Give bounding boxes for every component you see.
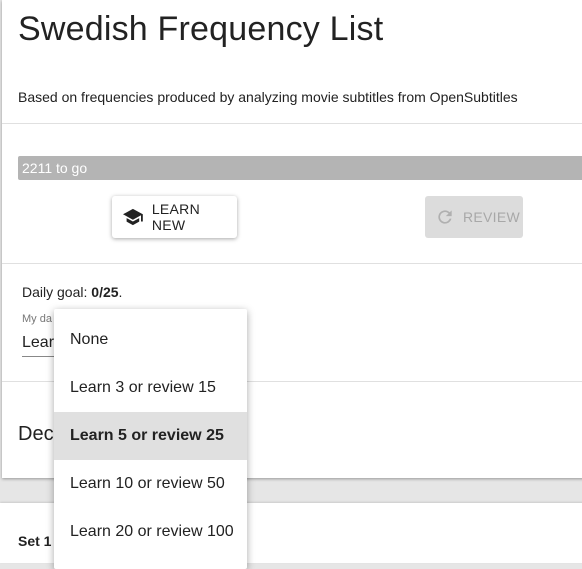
progress-bar: 2211 to go [18, 156, 582, 180]
daily-goal-current: 0 [91, 284, 100, 300]
daily-goal-select[interactable]: Lear [22, 334, 54, 352]
dropdown-option[interactable]: Learn 3 or review 15 [54, 364, 247, 412]
page-subtitle: Based on frequencies produced by analyzi… [18, 89, 518, 105]
review-button[interactable]: REVIEW [425, 196, 523, 238]
review-label: REVIEW [463, 209, 521, 225]
graduation-cap-icon [123, 208, 143, 226]
dropdown-option[interactable]: Learn 5 or review 25 [54, 412, 247, 460]
learn-new-button[interactable]: LEARN NEW [112, 196, 237, 238]
daily-goal-prefix: Daily goal: [22, 284, 92, 300]
dropdown-option[interactable]: Learn 20 or review 100 [54, 508, 247, 556]
daily-goal-suffix: . [118, 284, 123, 300]
daily-goal-select-label: My da [22, 313, 52, 325]
refresh-icon [438, 210, 452, 224]
set-label: Set 1 [18, 533, 52, 549]
dropdown-option[interactable]: None [54, 316, 247, 364]
actions-divider [2, 263, 582, 264]
daily-goal-dropdown-menu: None Learn 3 or review 15 Learn 5 or rev… [54, 309, 247, 569]
header-divider [2, 123, 582, 124]
progress-label: 2211 to go [22, 160, 88, 176]
dropdown-option[interactable]: Learn 10 or review 50 [54, 460, 247, 508]
page-title: Swedish Frequency List [18, 10, 384, 48]
daily-goal-target: 25 [102, 284, 119, 300]
daily-goal-text: Daily goal: 0/25. [22, 284, 122, 300]
learn-new-label: LEARN NEW [151, 201, 200, 233]
